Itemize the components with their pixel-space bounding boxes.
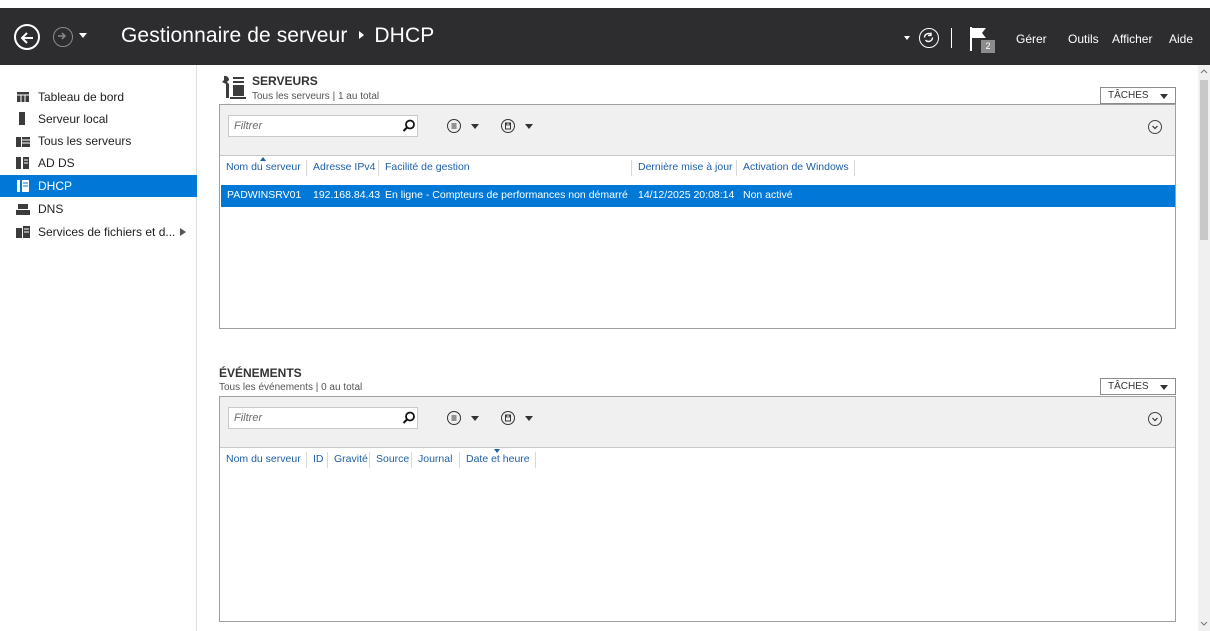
menu-aide[interactable]: Aide (1169, 32, 1193, 46)
sidebar: Tableau de bord Serveur local Tous les s… (0, 65, 197, 631)
chevron-right-icon[interactable] (180, 228, 187, 236)
cell-ipv4: 192.168.84.43 (313, 189, 381, 201)
history-dropdown-button[interactable] (79, 33, 87, 38)
scroll-down-icon[interactable] (1200, 621, 1208, 627)
servers-query-options-button[interactable] (447, 118, 487, 136)
sort-ascending-icon (260, 157, 266, 161)
events-panel: Filtrer Nom du serveur ID Gravité Source… (219, 396, 1176, 622)
servers-tasks-button[interactable]: TÂCHES (1100, 87, 1176, 104)
sidebar-item-label: Tous les serveurs (38, 134, 132, 148)
servers-section-subtitle: Tous les serveurs | 1 au total (252, 91, 380, 102)
column-header[interactable]: Nom du serveur (220, 452, 307, 468)
events-filter-input[interactable]: Filtrer (228, 407, 418, 429)
server-icon (16, 112, 30, 126)
dashboard-icon (16, 90, 30, 104)
search-icon[interactable] (402, 411, 416, 425)
refresh-dropdown-button[interactable] (904, 36, 910, 40)
column-header[interactable]: Dernière mise à jour (632, 160, 737, 176)
column-header[interactable]: Facilité de gestion (379, 160, 632, 176)
sidebar-item-tableau-de-bord[interactable]: Tableau de bord (0, 86, 197, 108)
toolbar-divider (951, 28, 952, 48)
refresh-icon[interactable] (919, 28, 939, 48)
chevron-down-icon (525, 124, 533, 129)
file-services-icon (16, 225, 30, 239)
save-query-icon (501, 119, 515, 133)
column-header[interactable]: ID (307, 452, 328, 468)
search-icon[interactable] (402, 119, 416, 133)
chevron-down-icon (525, 416, 533, 421)
forward-button[interactable] (53, 27, 73, 47)
events-section-title: ÉVÉNEMENTS (219, 366, 302, 380)
sidebar-item-ad-ds[interactable]: AD DS (0, 152, 197, 174)
servers-section-icon (220, 74, 246, 100)
column-header[interactable]: Activation de Windows (737, 160, 855, 176)
menu-gerer[interactable]: Gérer (1016, 32, 1047, 46)
column-header[interactable]: Source (370, 452, 412, 468)
column-header[interactable]: Nom du serveur (220, 157, 307, 176)
list-options-icon (447, 411, 461, 425)
expand-collapse-icon[interactable] (1148, 120, 1162, 134)
sidebar-item-dns[interactable]: DNS (0, 198, 197, 220)
sidebar-item-label: AD DS (38, 156, 75, 170)
notification-count-badge: 2 (981, 40, 995, 53)
chevron-down-icon (1160, 94, 1168, 99)
cell-last-update: 14/12/2025 20:08:14 (638, 189, 735, 201)
column-header[interactable]: Journal (412, 452, 460, 468)
servers-panel: Filtrer Nom du serveur Adresse IPv4 Faci… (219, 104, 1176, 329)
scrollbar-thumb[interactable] (1200, 80, 1208, 240)
chevron-down-icon (471, 124, 479, 129)
column-header[interactable]: Date et heure (460, 449, 536, 468)
events-query-options-button[interactable] (447, 410, 487, 428)
breadcrumb-separator-icon (359, 30, 365, 39)
events-save-query-button[interactable] (501, 410, 541, 428)
adds-icon (16, 156, 30, 170)
tasks-label: TÂCHES (1108, 381, 1149, 392)
dns-icon (16, 202, 30, 216)
events-section-subtitle: Tous les événements | 0 au total (219, 382, 363, 393)
dhcp-icon (16, 179, 30, 193)
cell-activation: Non activé (743, 189, 793, 201)
sidebar-item-label: DNS (38, 202, 64, 216)
menu-afficher[interactable]: Afficher (1112, 32, 1152, 46)
sidebar-item-label: Tableau de bord (38, 90, 125, 104)
sidebar-item-serveur-local[interactable]: Serveur local (0, 108, 197, 130)
list-options-icon (447, 119, 461, 133)
app-title: Gestionnaire de serveur (121, 24, 348, 47)
back-button[interactable] (14, 24, 40, 50)
titlebar: Gestionnaire de serveur DHCP 2 Gérer Outi… (0, 8, 1210, 65)
sort-descending-icon (494, 449, 500, 453)
column-header[interactable]: Adresse IPv4 (307, 160, 379, 176)
breadcrumb-section: DHCP (374, 24, 435, 47)
sidebar-item-tous-les-serveurs[interactable]: Tous les serveurs (0, 130, 197, 152)
events-toolbar: Filtrer (220, 397, 1175, 448)
sidebar-item-dhcp[interactable]: DHCP (0, 175, 197, 197)
servers-save-query-button[interactable] (501, 118, 541, 136)
table-row[interactable]: PADWINSRV01 192.168.84.43 En ligne - Com… (221, 185, 1175, 207)
save-query-icon (501, 411, 515, 425)
servers-toolbar: Filtrer (220, 105, 1175, 156)
sidebar-item-label: DHCP (38, 179, 73, 193)
sidebar-item-services-de-fichiers[interactable]: Services de fichiers et d... (0, 221, 197, 243)
expand-collapse-icon[interactable] (1148, 412, 1162, 426)
window-frame (0, 0, 1210, 8)
arrow-right-icon (58, 32, 67, 40)
tasks-label: TÂCHES (1108, 90, 1149, 101)
menu-outils[interactable]: Outils (1068, 32, 1099, 46)
scroll-up-icon[interactable] (1200, 68, 1208, 74)
events-tasks-button[interactable]: TÂCHES (1100, 378, 1176, 395)
servers-filter-input[interactable]: Filtrer (228, 115, 418, 137)
sidebar-item-label: Serveur local (38, 112, 109, 126)
cell-manageability: En ligne - Compteurs de performances non… (385, 189, 628, 201)
column-header[interactable]: Gravité (328, 452, 370, 468)
window-title: Gestionnaire de serveur DHCP (121, 24, 434, 48)
cell-server-name: PADWINSRV01 (227, 189, 302, 201)
chevron-down-icon (471, 416, 479, 421)
servers-section-title: SERVEURS (252, 74, 318, 88)
servers-icon (16, 134, 30, 148)
sidebar-item-label: Services de fichiers et d... (38, 225, 176, 239)
arrow-left-icon (20, 32, 33, 44)
chevron-down-icon (1160, 385, 1168, 390)
